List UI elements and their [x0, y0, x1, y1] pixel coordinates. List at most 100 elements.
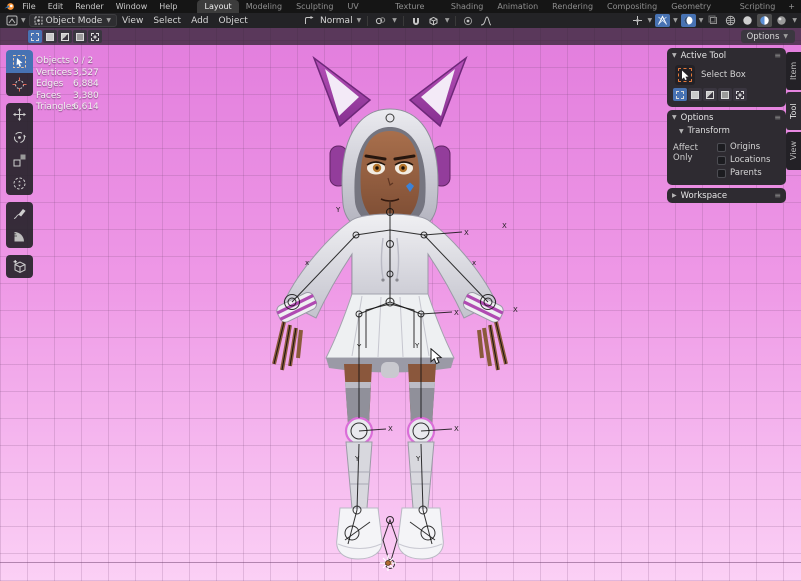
- pivot-chevron-icon: ▼: [392, 17, 397, 24]
- panel-select-mode-extend[interactable]: [688, 88, 702, 101]
- tool-cursor[interactable]: [6, 73, 33, 96]
- workspace-tab-texture-paint[interactable]: Texture Paint: [388, 0, 444, 13]
- menu-edit[interactable]: Edit: [42, 0, 70, 13]
- tool-move[interactable]: [6, 103, 33, 126]
- transform-subpanel-header[interactable]: ▼ Transform: [667, 125, 786, 139]
- workspace-tab-modeling[interactable]: Modeling: [239, 0, 289, 13]
- tool-options-button[interactable]: Options ▼: [741, 30, 795, 43]
- panel-select-mode-invert[interactable]: [718, 88, 732, 101]
- proportional-editing-icon[interactable]: [461, 14, 475, 27]
- sidebar-tab-item[interactable]: Item: [786, 52, 801, 90]
- expand-chevron-icon: ▶: [672, 192, 677, 199]
- viewport-gizmos-box-icon[interactable]: [706, 14, 721, 27]
- select-box-tool-icon: [675, 65, 695, 85]
- panel-grip-icon[interactable]: ≡: [774, 115, 781, 120]
- svg-text:X: X: [388, 425, 393, 433]
- tool-add-cube[interactable]: [6, 255, 33, 278]
- select-menu[interactable]: Select: [148, 16, 186, 26]
- pivot-point-icon[interactable]: [373, 14, 388, 27]
- menu-file[interactable]: File: [16, 0, 41, 13]
- panel-select-mode-intersect[interactable]: [733, 88, 747, 101]
- workspace-panel-header[interactable]: ▶ Workspace ≡: [667, 188, 786, 203]
- tool-transform[interactable]: [6, 172, 33, 195]
- mode-select[interactable]: Object Mode ▼: [29, 14, 117, 27]
- svg-text:x: x: [472, 259, 476, 267]
- menu-window[interactable]: Window: [110, 0, 154, 13]
- snap-target-cube-icon[interactable]: [426, 14, 441, 27]
- shading-wireframe-icon[interactable]: [723, 14, 738, 27]
- svg-text:Y: Y: [354, 455, 360, 463]
- show-overlays-icon[interactable]: [655, 14, 670, 27]
- orientation-chevron-icon: ▼: [357, 17, 362, 24]
- topbar: File Edit Render Window Help Layout Mode…: [0, 0, 801, 13]
- svg-text:X: X: [454, 309, 459, 317]
- show-gizmo-icon[interactable]: [630, 14, 645, 27]
- object-menu[interactable]: Object: [214, 16, 253, 26]
- locations-checkbox[interactable]: [717, 156, 726, 165]
- select-mode-invert[interactable]: [73, 30, 87, 43]
- snap-chevron-icon: ▼: [445, 17, 450, 24]
- add-menu[interactable]: Add: [186, 16, 213, 26]
- transform-orientation-icon[interactable]: [302, 14, 317, 27]
- menu-help[interactable]: Help: [153, 0, 183, 13]
- select-mode-subtract[interactable]: [58, 30, 72, 43]
- workspace-tab-animation[interactable]: Animation: [490, 0, 545, 13]
- add-workspace-button[interactable]: +: [782, 0, 801, 13]
- gizmo-chevron-icon: ▼: [648, 17, 653, 24]
- affect-only-row: Affect Only Origins Locations Parents: [667, 139, 786, 185]
- snap-magnet-icon[interactable]: [409, 14, 423, 27]
- svg-text:Y: Y: [414, 342, 420, 350]
- menu-render[interactable]: Render: [69, 0, 109, 13]
- parents-toggle[interactable]: Parents: [717, 168, 770, 178]
- panel-select-mode-set[interactable]: [673, 88, 687, 101]
- sidebar-tab-tool[interactable]: Tool: [786, 92, 801, 130]
- select-mode-set[interactable]: [28, 30, 42, 43]
- shading-solid-icon[interactable]: [740, 14, 755, 27]
- select-mode-intersect[interactable]: [88, 30, 102, 43]
- workspace-tab-compositing[interactable]: Compositing: [600, 0, 664, 13]
- origins-toggle[interactable]: Origins: [717, 142, 770, 152]
- tool-rotate[interactable]: [6, 126, 33, 149]
- editor-type-button[interactable]: [4, 14, 20, 27]
- svg-text:Y: Y: [415, 455, 421, 463]
- blender-logo-icon[interactable]: [3, 1, 16, 12]
- workspace-tab-geometry-nodes[interactable]: Geometry Nodes: [664, 0, 733, 13]
- object-mode-icon: [34, 16, 43, 25]
- locations-toggle[interactable]: Locations: [717, 155, 770, 165]
- tool-measure[interactable]: [6, 225, 33, 248]
- panel-grip-icon[interactable]: ≡: [774, 193, 781, 198]
- orientation-value[interactable]: Normal: [320, 16, 353, 26]
- panel-select-mode-subtract[interactable]: [703, 88, 717, 101]
- active-tool-panel-header[interactable]: ▼ Active Tool ≡: [667, 48, 786, 63]
- character-model[interactable]: XX XX XX YYY YY xx: [240, 52, 540, 572]
- tool-scale[interactable]: [6, 149, 33, 172]
- tool-select-box[interactable]: [6, 50, 33, 73]
- stat-objects: Objects0 / 2: [36, 56, 99, 68]
- tool-annotate[interactable]: [6, 202, 33, 225]
- collapse-chevron-icon: ▼: [679, 128, 684, 135]
- origins-checkbox[interactable]: [717, 143, 726, 152]
- shading-rendered-icon[interactable]: [774, 14, 789, 27]
- sidebar-tab-view[interactable]: View: [786, 132, 801, 170]
- divider: [455, 16, 456, 26]
- options-panel-header[interactable]: ▼ Options ≡: [667, 110, 786, 125]
- workspace-tab-scripting[interactable]: Scripting: [733, 0, 783, 13]
- workspace-tab-shading[interactable]: Shading: [444, 0, 491, 13]
- view-menu[interactable]: View: [117, 16, 148, 26]
- parents-checkbox[interactable]: [717, 169, 726, 178]
- xray-toggle-icon[interactable]: [681, 14, 696, 27]
- panel-grip-icon[interactable]: ≡: [774, 53, 781, 58]
- header-middle-controls: Normal ▼ ▼ ▼: [302, 14, 494, 27]
- workspace-tab-layout[interactable]: Layout: [197, 0, 238, 13]
- svg-text:Y: Y: [335, 206, 341, 214]
- viewport-header: ▼ Object Mode ▼ View Select Add Object N…: [0, 13, 801, 28]
- workspace-tab-sculpting[interactable]: Sculpting: [289, 0, 340, 13]
- workspace-tab-uv-editing[interactable]: UV Editing: [340, 0, 388, 13]
- editor-type-chevron-icon: ▼: [21, 17, 26, 24]
- select-mode-extend[interactable]: [43, 30, 57, 43]
- proportional-falloff-icon[interactable]: [478, 14, 494, 27]
- active-tool-row: Select Box: [667, 63, 786, 88]
- viewport-3d[interactable]: XX XX XX YYY YY xx Options ▼: [0, 28, 801, 581]
- workspace-tab-rendering[interactable]: Rendering: [545, 0, 600, 13]
- shading-material-icon[interactable]: [757, 14, 772, 27]
